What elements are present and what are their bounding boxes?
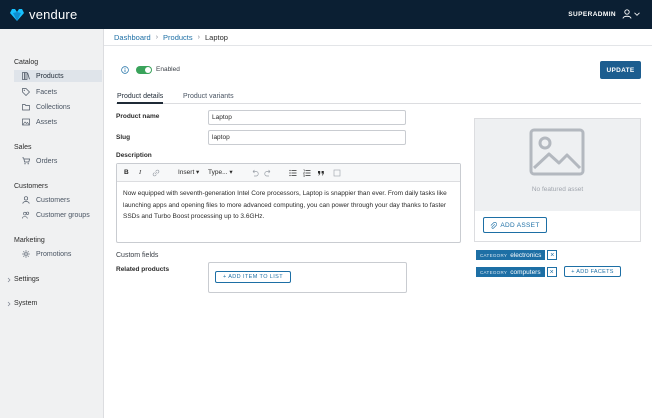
description-text: Now equipped with seventh-generation Int… (123, 190, 447, 220)
image-icon (22, 118, 30, 126)
facet-category: CATEGORY (480, 269, 508, 275)
image-placeholder-icon (529, 128, 585, 176)
remove-facet-icon[interactable]: × (546, 267, 557, 277)
sidebar-item-collections[interactable]: Collections (14, 101, 102, 113)
breadcrumb-dashboard[interactable]: Dashboard (114, 33, 151, 42)
breadcrumb-separator: › (197, 33, 200, 41)
no-featured-asset-text: No featured asset (531, 186, 584, 193)
sidebar-item-label: Orders (36, 157, 58, 165)
sidebar-item-label: Products (36, 72, 64, 80)
section-title-marketing: Marketing (14, 237, 45, 244)
facet-tag: CATEGORY computers (476, 267, 545, 277)
facet-tag: CATEGORY electronics (476, 250, 546, 260)
user-icon (22, 196, 30, 204)
sidebar-item-facets[interactable]: Facets (14, 86, 102, 98)
related-products-field: + ADD ITEM TO LIST (208, 262, 407, 293)
breadcrumb-current: Laptop (205, 32, 228, 42)
products-icon (22, 72, 30, 80)
product-name-label: Product name (116, 113, 160, 120)
breadcrumb: Dashboard › Products › Laptop (104, 29, 652, 46)
facet-value: electronics (510, 251, 542, 259)
vendure-logo-icon (10, 8, 24, 21)
slug-input[interactable]: laptop (208, 130, 406, 145)
logo[interactable]: vendure (9, 7, 77, 22)
bold-button[interactable]: B (124, 169, 129, 177)
sidebar-item-label: Customer groups (36, 211, 90, 219)
enabled-toggle[interactable] (136, 66, 152, 74)
enabled-label: Enabled (156, 66, 180, 73)
redo-icon[interactable] (264, 169, 272, 177)
sidebar-item-label: Collections (36, 103, 71, 111)
facet-category: CATEGORY (480, 252, 508, 258)
cart-icon (22, 157, 30, 165)
image-icon[interactable] (333, 169, 341, 177)
info-icon[interactable] (121, 66, 129, 74)
tab-product-variants[interactable]: Product variants (183, 92, 234, 104)
tab-bar: Product details Product variants (116, 92, 641, 104)
undo-icon[interactable] (251, 169, 259, 177)
facet-chip: CATEGORY electronics × (476, 250, 558, 260)
tab-product-details[interactable]: Product details (117, 92, 164, 104)
bullet-list-icon[interactable] (289, 169, 297, 177)
breadcrumb-products[interactable]: Products (163, 33, 193, 42)
link-icon[interactable] (152, 169, 160, 177)
editor-toolbar: B I Insert ▾ Type... ▾ (117, 164, 460, 182)
sidebar-item-promotions[interactable]: Promotions (14, 248, 102, 260)
sidebar-item-label: Facets (36, 88, 58, 96)
sidebar: Catalog Products Facets Collections Asse… (0, 29, 104, 418)
app-name: vendure (29, 7, 78, 22)
add-asset-button[interactable]: ADD ASSET (483, 217, 547, 233)
chevron-right-icon (7, 301, 11, 306)
custom-fields-heading: Custom fields (116, 252, 159, 259)
type-dropdown[interactable]: Type... ▾ (208, 169, 233, 177)
sidebar-item-label: Promotions (36, 250, 72, 258)
description-label: Description (116, 152, 152, 159)
section-title-sales: Sales (14, 144, 32, 151)
sidebar-item-label: Assets (36, 118, 58, 126)
description-editor[interactable]: B I Insert ▾ Type... ▾ Now equipped with… (116, 163, 461, 243)
sidebar-item-orders[interactable]: Orders (14, 155, 102, 167)
italic-button[interactable]: I (139, 169, 141, 177)
insert-dropdown[interactable]: Insert ▾ (178, 169, 199, 177)
add-facets-button[interactable]: + ADD FACETS (564, 266, 621, 277)
section-title-customers: Customers (14, 183, 48, 190)
facet-chip: CATEGORY computers × (476, 267, 557, 277)
sidebar-system-toggle[interactable]: System (6, 300, 37, 307)
featured-asset-preview: No featured asset (475, 119, 640, 211)
add-item-to-list-button[interactable]: + ADD ITEM TO LIST (215, 271, 291, 283)
user-name: SUPERADMIN (568, 10, 616, 18)
numbered-list-icon[interactable] (303, 169, 311, 177)
sidebar-item-products[interactable]: Products (14, 70, 102, 82)
quote-icon[interactable] (317, 169, 325, 177)
tag-icon (22, 88, 30, 96)
user-menu[interactable]: SUPERADMIN (568, 9, 640, 19)
chevron-right-icon (7, 277, 11, 282)
toggle-knob (145, 67, 151, 73)
user-icon (622, 9, 632, 19)
breadcrumb-separator: › (155, 33, 159, 41)
paperclip-icon (491, 221, 498, 229)
sidebar-item-label: Customers (36, 196, 70, 204)
sidebar-item-customer-groups[interactable]: Customer groups (14, 209, 102, 221)
featured-asset-panel: No featured asset ADD ASSET (474, 118, 641, 242)
top-bar: vendure SUPERADMIN (0, 0, 652, 29)
gear-icon (22, 250, 30, 258)
add-asset-label: ADD ASSET (500, 221, 540, 229)
remove-facet-icon[interactable]: × (547, 250, 558, 260)
related-products-label: Related products (116, 266, 170, 273)
product-name-input[interactable]: Laptop (208, 110, 406, 125)
folder-icon (22, 104, 30, 111)
sidebar-system-label: System (14, 300, 38, 307)
section-title-catalog: Catalog (14, 59, 39, 66)
main-content: Enabled UPDATE Product details Product v… (104, 46, 652, 418)
users-icon (22, 211, 30, 219)
facet-value: computers (510, 268, 541, 276)
chevron-down-icon (634, 12, 640, 16)
slug-label: Slug (116, 134, 131, 141)
sidebar-settings-label: Settings (14, 276, 40, 283)
sidebar-item-customers[interactable]: Customers (14, 194, 102, 206)
update-button[interactable]: UPDATE (600, 61, 641, 79)
sidebar-settings-toggle[interactable]: Settings (6, 276, 39, 283)
sidebar-item-assets[interactable]: Assets (14, 116, 102, 128)
